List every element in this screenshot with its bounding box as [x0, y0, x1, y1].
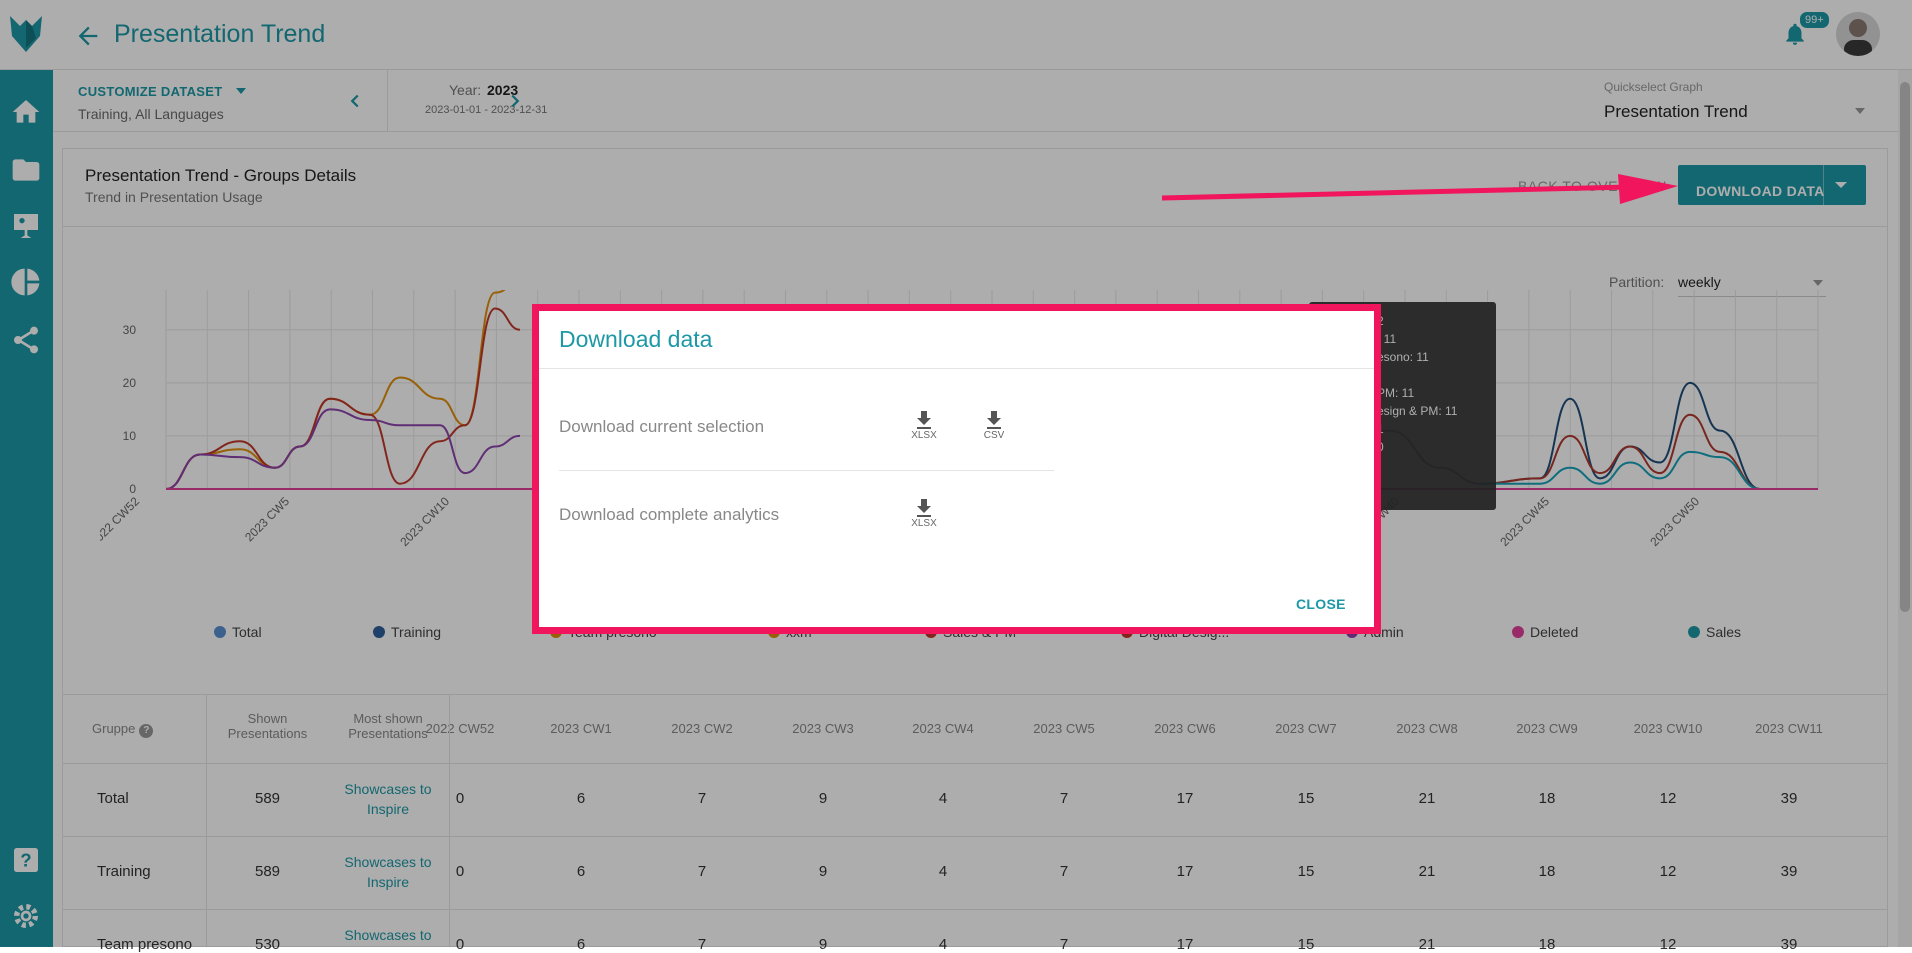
- divider: [539, 368, 1374, 369]
- dialog-title: Download data: [559, 326, 713, 352]
- download-icon: [917, 499, 931, 517]
- format-label: XLSX: [911, 430, 937, 441]
- format-label: CSV: [983, 430, 1005, 441]
- format-label: XLSX: [911, 518, 937, 529]
- download-icon: [917, 411, 931, 429]
- download-icon: [987, 411, 1001, 429]
- divider: [559, 470, 1054, 471]
- close-button[interactable]: CLOSE: [1296, 596, 1346, 612]
- download-current-csv-button[interactable]: CSV: [974, 410, 1014, 450]
- download-complete-analytics-label: Download complete analytics: [559, 505, 780, 524]
- download-current-selection-label: Download current selection: [559, 417, 765, 436]
- download-dialog: [532, 304, 1381, 634]
- annotation-arrow-icon: [1161, 174, 1678, 204]
- download-complete-xlsx-button[interactable]: XLSX: [904, 498, 944, 538]
- download-current-xlsx-button[interactable]: XLSX: [904, 410, 944, 450]
- app-root: Presentation Trend 99+ ? CUSTOMIZE DATAS…: [0, 0, 1912, 953]
